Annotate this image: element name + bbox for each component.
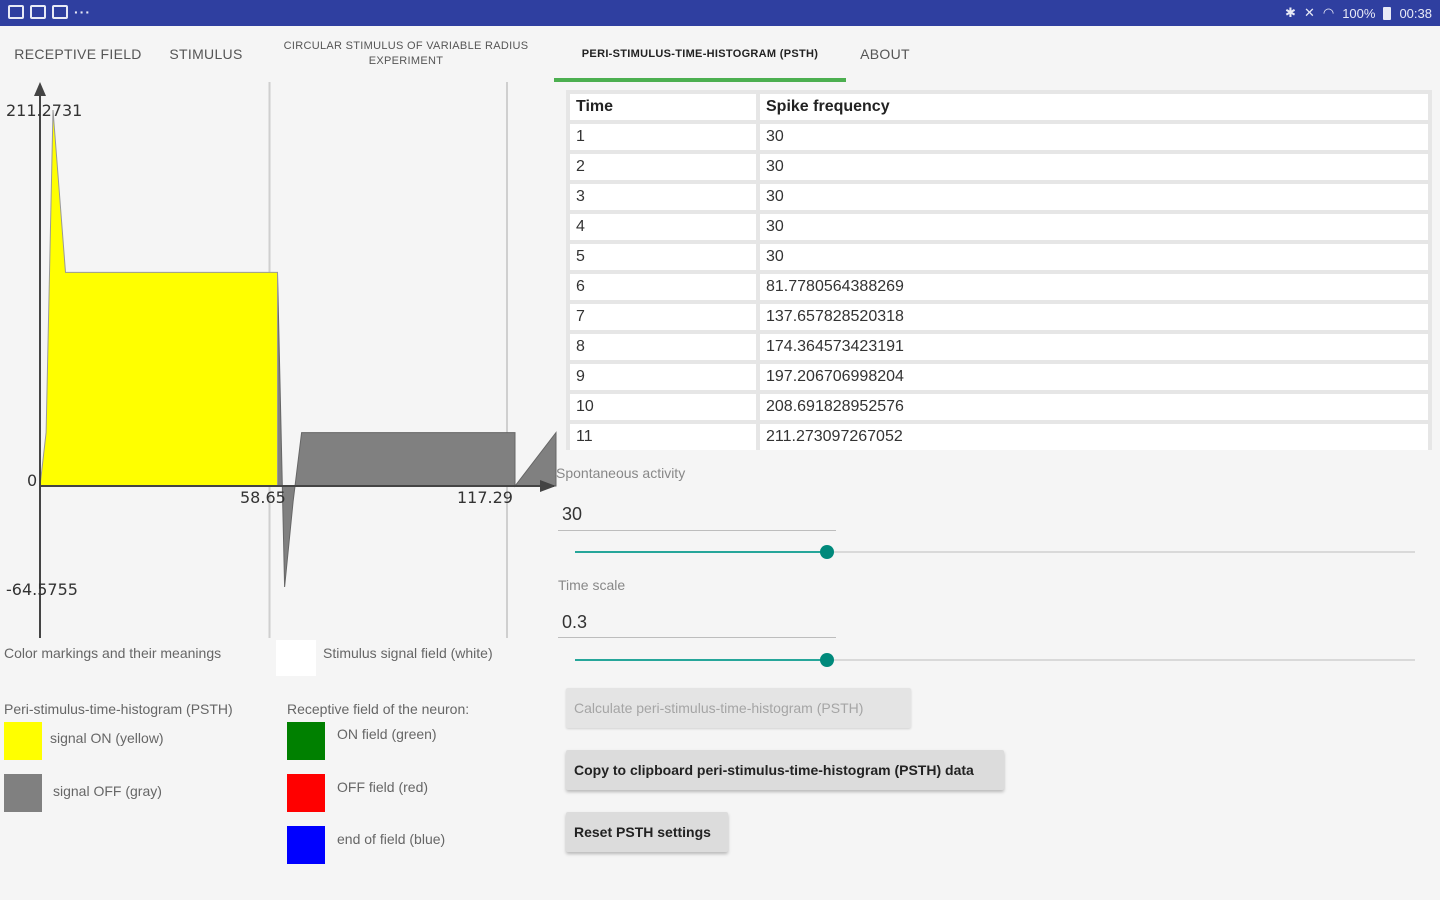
origin-label: 0 — [27, 471, 37, 490]
psth-legend-title: Peri-stimulus-time-histogram (PSTH) — [4, 701, 233, 717]
time-cell: 8 — [570, 334, 756, 360]
off-field-label: OFF field (red) — [337, 779, 429, 795]
rf-legend-title: Receptive field of the neuron: — [287, 701, 470, 717]
time-cell: 11 — [570, 424, 756, 450]
on-field-swatch — [287, 722, 325, 760]
time-cell: 5 — [570, 244, 756, 270]
y-max-label: 211.2731 — [6, 101, 82, 120]
signal-on-label: signal ON (yellow) — [50, 730, 164, 746]
slider-thumb[interactable] — [820, 545, 834, 559]
signal-off-area — [277, 272, 557, 588]
table-row: 1 30 — [568, 122, 1430, 152]
reset-psth-settings-button[interactable]: Reset PSTH settings — [566, 812, 728, 852]
spike-frequency-cell: 81.7780564388269 — [760, 274, 1428, 300]
tab-stimulus[interactable]: STIMULUS — [156, 26, 256, 82]
y-min-label: -64.5755 — [6, 580, 78, 599]
table-row: 10 208.691828952576 — [568, 392, 1430, 422]
spike-frequency-cell: 197.206706998204 — [760, 364, 1428, 390]
time-scale-slider[interactable] — [575, 650, 1415, 670]
wifi-icon: ◠ — [1322, 5, 1335, 20]
table-row: 8 174.364573423191 — [568, 332, 1430, 362]
spike-frequency-cell: 30 — [760, 214, 1428, 240]
clock: 00:38 — [1399, 5, 1432, 21]
status-right: ✱ ✕ ◠ 100% 00:38 — [1285, 5, 1432, 21]
header-spike-frequency: Spike frequency — [760, 94, 1428, 120]
time-scale-label: Time scale — [558, 577, 626, 593]
table-header-row: Time Spike frequency — [568, 92, 1430, 122]
time-scale-underline — [558, 637, 836, 638]
time-cell: 1 — [570, 124, 756, 150]
time-cell: 7 — [570, 304, 756, 330]
time-cell: 2 — [570, 154, 756, 180]
time-cell: 4 — [570, 214, 756, 240]
signal-on-area — [39, 109, 278, 487]
table-row: 7 137.657828520318 — [568, 302, 1430, 332]
spike-frequency-cell: 211.273097267052 — [760, 424, 1428, 450]
spontaneous-activity-slider[interactable] — [575, 542, 1415, 562]
status-bar: ··· ✱ ✕ ◠ 100% 00:38 — [0, 0, 1440, 26]
time-cell: 6 — [570, 274, 756, 300]
stimulus-field-swatch — [276, 640, 316, 676]
on-field-label: ON field (green) — [337, 726, 437, 742]
signal-off-label: signal OFF (gray) — [53, 783, 162, 799]
spontaneous-activity-input[interactable]: 30 — [562, 504, 582, 525]
slider-fill — [575, 551, 827, 553]
spike-frequency-cell: 30 — [760, 184, 1428, 210]
time-cell: 10 — [570, 394, 756, 420]
end-of-field-label: end of field (blue) — [337, 831, 446, 847]
tab-psth[interactable]: PERI-STIMULUS-TIME-HISTOGRAM (PSTH) — [554, 26, 846, 82]
table-row: 11 211.273097267052 — [568, 422, 1430, 450]
spike-frequency-cell: 30 — [760, 154, 1428, 180]
stimulus-field-label: Stimulus signal field (white) — [323, 645, 493, 661]
signal-off-swatch — [4, 774, 42, 812]
table-row: 6 81.7780564388269 — [568, 272, 1430, 302]
tab-about[interactable]: ABOUT — [852, 26, 918, 82]
spontaneous-activity-label: Spontaneous activity — [556, 465, 686, 481]
calculate-psth-button[interactable]: Calculate peri-stimulus-time-histogram (… — [566, 688, 911, 728]
spike-frequency-cell: 137.657828520318 — [760, 304, 1428, 330]
battery-percent: 100% — [1342, 5, 1376, 21]
y-axis-arrow-icon — [34, 82, 46, 96]
spike-frequency-cell: 174.364573423191 — [760, 334, 1428, 360]
table-row: 2 30 — [568, 152, 1430, 182]
spike-frequency-cell: 30 — [760, 124, 1428, 150]
time-scale-input[interactable]: 0.3 — [562, 612, 587, 633]
bluetooth-icon: ✱ — [1285, 5, 1296, 20]
media-icon — [52, 5, 68, 19]
legend-title: Color markings and their meanings — [4, 645, 222, 661]
header-time: Time — [570, 94, 756, 120]
time-cell: 3 — [570, 184, 756, 210]
status-left-icons: ··· — [8, 5, 91, 19]
psth-table[interactable]: Time Spike frequency 1 30 2 30 3 30 4 30 5 30 6 81.… — [566, 90, 1432, 450]
battery-icon — [1383, 6, 1392, 20]
off-field-swatch — [287, 774, 325, 812]
tab-indicator — [554, 78, 846, 82]
table-row: 9 197.206706998204 — [568, 362, 1430, 392]
signal-on-swatch — [4, 722, 42, 760]
tab-circular-stimulus[interactable]: CIRCULAR STIMULUS OF VARIABLE RADIUS EXP… — [266, 26, 546, 82]
spontaneous-activity-underline — [558, 530, 836, 531]
end-of-field-swatch — [287, 826, 325, 864]
mute-icon: ✕ — [1303, 5, 1315, 20]
psth-chart: 211.2731 -64.5755 0 58.65 117.29 — [6, 82, 557, 638]
gallery-icon — [8, 5, 24, 19]
spike-frequency-cell: 208.691828952576 — [760, 394, 1428, 420]
table-row: 5 30 — [568, 242, 1430, 272]
copy-psth-data-button[interactable]: Copy to clipboard peri-stimulus-time-his… — [566, 750, 1004, 790]
edit-icon — [30, 5, 46, 19]
time-cell: 9 — [570, 364, 756, 390]
x-tick-label: 58.65 — [240, 488, 286, 507]
table-row: 3 30 — [568, 182, 1430, 212]
tab-receptive-field[interactable]: RECEPTIVE FIELD — [4, 26, 152, 82]
spike-frequency-cell: 30 — [760, 244, 1428, 270]
more-icon: ··· — [74, 4, 91, 20]
slider-fill — [575, 659, 827, 661]
slider-thumb[interactable] — [820, 653, 834, 667]
tab-bar: RECEPTIVE FIELD STIMULUS CIRCULAR STIMUL… — [0, 26, 1440, 82]
table-row: 4 30 — [568, 212, 1430, 242]
x-tick-label: 117.29 — [457, 488, 513, 507]
